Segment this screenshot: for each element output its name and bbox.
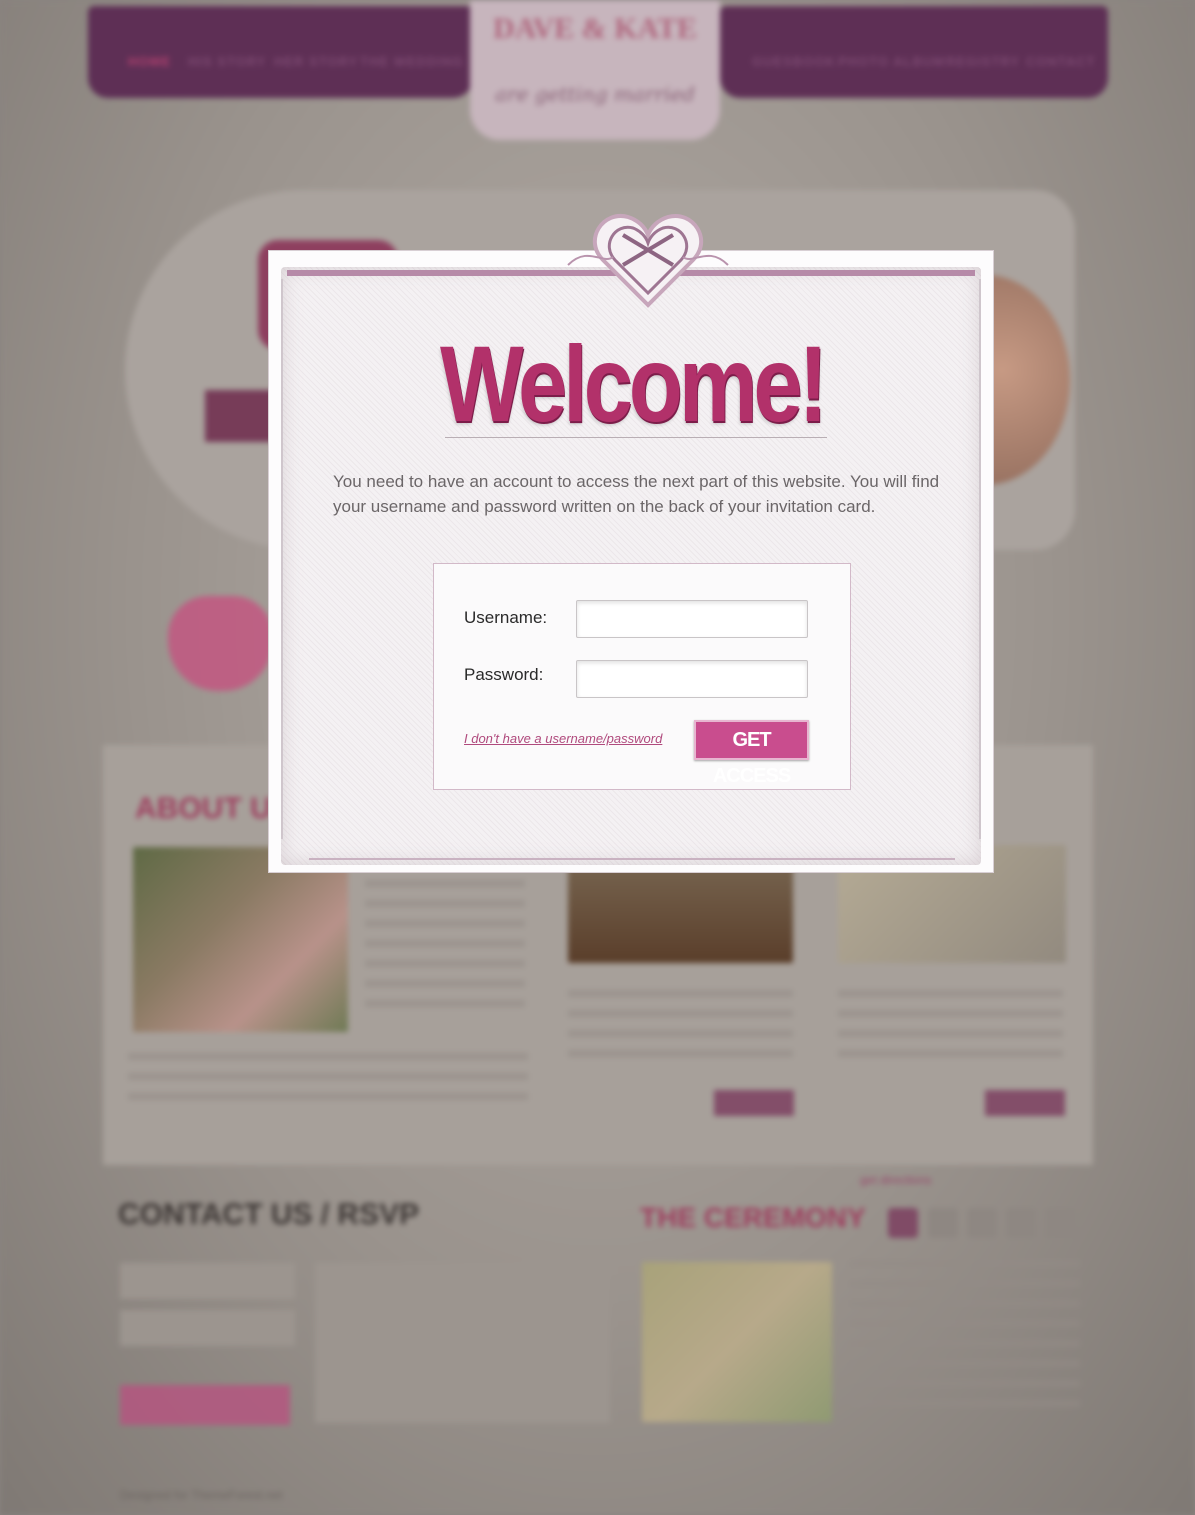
message-textarea[interactable] bbox=[315, 1263, 610, 1423]
nav-ribbon-right: GUESBOOK PHOTO ALBUM REGISTRY CONTACT bbox=[720, 6, 1108, 98]
nav-home[interactable]: HOME bbox=[128, 54, 171, 69]
ceremony-heading: THE CEREMONY bbox=[640, 1202, 866, 1233]
send-message-button[interactable] bbox=[120, 1385, 290, 1425]
site-logo[interactable]: DAVE & KATE are getting married bbox=[470, 0, 720, 140]
contact-heading: CONTACT US / RSVP bbox=[118, 1198, 420, 1231]
direction-transit-icon[interactable] bbox=[928, 1208, 958, 1238]
username-label: Username: bbox=[464, 608, 548, 627]
name-input[interactable] bbox=[120, 1263, 295, 1299]
ceremony-text bbox=[850, 1260, 1080, 1410]
news-text-1 bbox=[568, 990, 793, 1060]
nav-ribbon-left: HOME HIS STORY HER STORY THE WEDDING bbox=[88, 6, 473, 98]
nav-contact[interactable]: CONTACT bbox=[1026, 54, 1096, 69]
read-more-button-1[interactable] bbox=[714, 1090, 794, 1116]
logo-name-left: DAVE bbox=[493, 12, 575, 45]
get-access-button[interactable]: GET ACCESS bbox=[694, 720, 809, 787]
title-divider bbox=[445, 437, 827, 438]
nav-photo-album[interactable]: PHOTO ALBUM bbox=[838, 54, 945, 69]
about-text bbox=[365, 880, 525, 1020]
direction-bike-icon[interactable] bbox=[1006, 1208, 1036, 1238]
read-more-button-2[interactable] bbox=[985, 1090, 1065, 1116]
directions-label[interactable]: get directions bbox=[860, 1170, 931, 1190]
nav-the-wedding[interactable]: THE WEDDING bbox=[360, 54, 463, 69]
about-text-2 bbox=[128, 1053, 528, 1113]
direction-walk-icon[interactable] bbox=[967, 1208, 997, 1238]
no-account-link[interactable]: I don't have a username/password bbox=[464, 731, 662, 746]
about-photo bbox=[133, 847, 348, 1032]
email-input[interactable] bbox=[120, 1310, 295, 1346]
logo-name-right: KATE bbox=[614, 12, 697, 45]
nav-her-story[interactable]: HER STORY bbox=[274, 54, 358, 69]
heart-badge-icon[interactable] bbox=[168, 596, 273, 691]
login-form: Username: Password: I don't have a usern… bbox=[433, 563, 851, 790]
welcome-modal: Welcome! You need to have an account to … bbox=[268, 250, 994, 873]
modal-intro-text: You need to have an account to access th… bbox=[333, 472, 940, 516]
direction-car-icon[interactable] bbox=[888, 1208, 918, 1238]
username-input[interactable] bbox=[576, 600, 808, 638]
password-label: Password: bbox=[464, 665, 544, 684]
password-input[interactable] bbox=[576, 660, 808, 698]
nav-registry[interactable]: REGISTRY bbox=[946, 54, 1020, 69]
nav-his-story[interactable]: HIS STORY bbox=[188, 54, 266, 69]
footer-credit: Designed for ThemeForest.net bbox=[120, 1488, 283, 1502]
logo-tagline: are getting married bbox=[495, 82, 695, 106]
nav-guestbook[interactable]: GUESBOOK bbox=[752, 54, 836, 69]
direction-person-icon[interactable] bbox=[1045, 1208, 1075, 1238]
heart-ornament-icon bbox=[567, 213, 729, 308]
news-text-2 bbox=[838, 990, 1063, 1060]
modal-bottom-border bbox=[309, 858, 955, 860]
modal-title: Welcome! bbox=[440, 323, 828, 444]
ceremony-map[interactable] bbox=[642, 1262, 832, 1422]
